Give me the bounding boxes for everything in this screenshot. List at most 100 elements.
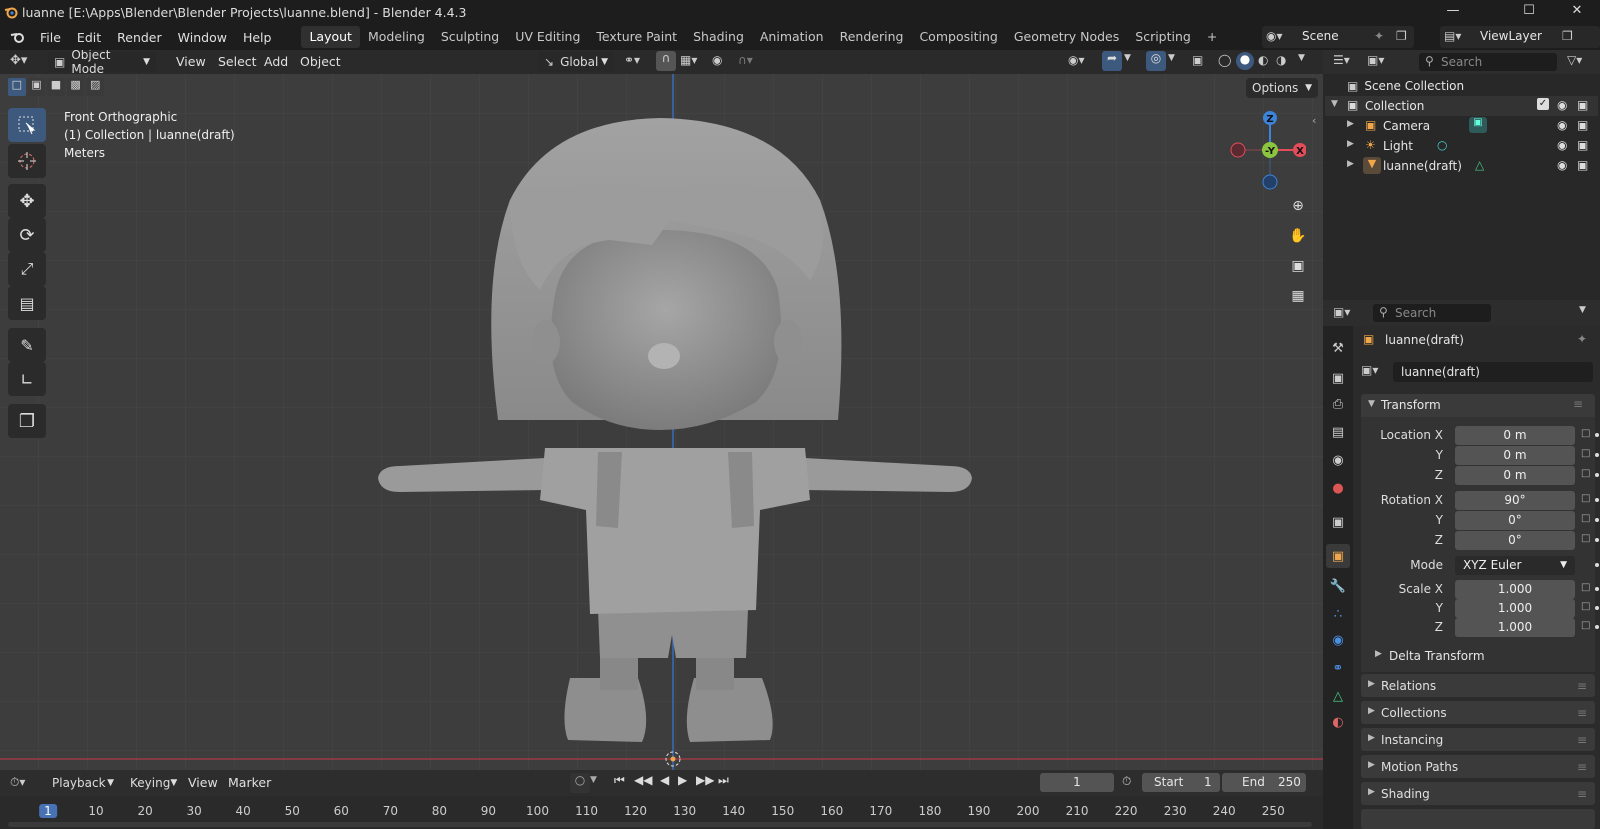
drag-handle-icon[interactable]: ≡ — [1577, 706, 1587, 720]
pivot-icon[interactable]: ⚭▾ — [624, 53, 640, 67]
tab-scripting[interactable]: Scripting — [1127, 26, 1199, 48]
tab-shading[interactable]: Shading — [685, 26, 752, 48]
record-icon[interactable]: ○ — [570, 773, 590, 793]
render-tab-icon[interactable]: ▣ — [1328, 368, 1348, 388]
constraints-tab-icon[interactable]: ⚭ — [1328, 658, 1348, 678]
transform-tool[interactable]: ▤ — [8, 286, 46, 320]
eye-icon[interactable]: ◉ — [1557, 98, 1567, 112]
close-button[interactable]: ✕ — [1554, 0, 1600, 24]
editor-type-icon[interactable]: ▣▾ — [1333, 305, 1350, 319]
tab-geometry-nodes[interactable]: Geometry Nodes — [1006, 26, 1127, 48]
play-icon[interactable]: ▶ — [678, 773, 687, 787]
keyframe-dot[interactable] — [1595, 563, 1599, 567]
delta-transform-subpanel[interactable]: ▶ Delta Transform — [1367, 646, 1587, 666]
lock-icon[interactable]: □ — [1581, 448, 1590, 459]
chevron-down-icon[interactable]: ▼ — [1331, 99, 1338, 109]
maximize-button[interactable]: ☐ — [1506, 0, 1552, 24]
transform-panel-header[interactable]: ▼ Transform ≡ — [1361, 394, 1595, 417]
chevron-right-icon[interactable]: ▶ — [1347, 139, 1354, 149]
keying-menu[interactable]: Keying ▼ — [124, 773, 178, 793]
timeline-view-menu[interactable]: View — [180, 775, 226, 790]
properties-search-input[interactable]: ⚲ Search — [1373, 304, 1491, 322]
view-layer-tab-icon[interactable]: ▤ — [1328, 422, 1348, 442]
menu-file[interactable]: File — [32, 30, 69, 45]
next-keyframe-icon[interactable]: ▶▶ — [696, 773, 714, 787]
rendered-shading-icon[interactable]: ◑ — [1276, 53, 1286, 67]
falloff-icon[interactable]: ∩▾ — [738, 53, 753, 67]
tab-compositing[interactable]: Compositing — [911, 26, 1005, 48]
collections-panel[interactable]: ▶ Collections ≡ — [1361, 701, 1595, 724]
lock-icon[interactable]: □ — [1581, 601, 1590, 612]
zoom-button[interactable]: ⊕ — [1284, 192, 1312, 220]
timeline-editor-icon[interactable]: ⏱▾ — [10, 775, 25, 790]
rotation-x-field[interactable]: 90° — [1455, 491, 1575, 510]
select-new-icon[interactable]: □ — [8, 78, 26, 96]
solid-shading-icon[interactable]: ● — [1236, 52, 1254, 70]
rotation-y-field[interactable]: 0° — [1455, 511, 1575, 530]
new-scene-icon[interactable]: ❐ — [1396, 29, 1407, 43]
tab-texture-paint[interactable]: Texture Paint — [588, 26, 685, 48]
jump-end-icon[interactable]: ⏭ — [718, 773, 729, 788]
chevron-right-icon[interactable]: ▶ — [1347, 119, 1354, 129]
character-model[interactable] — [360, 80, 980, 770]
rotation-z-field[interactable]: 0° — [1455, 531, 1575, 550]
lock-icon[interactable]: □ — [1581, 533, 1590, 544]
start-frame-field[interactable]: Start 1 — [1142, 773, 1220, 792]
keyframe-dot[interactable] — [1595, 498, 1599, 502]
wireframe-shading-icon[interactable]: ◯ — [1218, 53, 1231, 67]
render-camera-icon[interactable]: ▣ — [1577, 118, 1588, 132]
drag-handle-icon[interactable]: ≡ — [1577, 760, 1587, 774]
render-camera-icon[interactable]: ▣ — [1577, 158, 1588, 172]
cursor-tool[interactable] — [8, 144, 46, 178]
editor-type-icon[interactable]: ☰▾ — [1333, 53, 1350, 67]
add-workspace-button[interactable]: + — [1199, 26, 1225, 48]
new-view-layer-icon[interactable]: ❐ — [1562, 29, 1573, 43]
display-mode-icon[interactable]: ▣▾ — [1367, 53, 1384, 67]
move-tool[interactable]: ✥ — [8, 184, 46, 218]
keyframe-dot[interactable] — [1595, 587, 1599, 591]
camera-view-button[interactable]: ▣ — [1284, 252, 1312, 280]
modifier-tab-icon[interactable]: 🔧 — [1328, 576, 1348, 596]
object-data-icon[interactable]: ▣▾ — [1361, 363, 1391, 383]
shading-panel[interactable]: ▶ Shading ≡ — [1361, 782, 1595, 805]
pan-button[interactable]: ✋ — [1284, 222, 1312, 250]
play-reverse-icon[interactable]: ◀ — [660, 773, 669, 787]
world-tab-icon[interactable]: ● — [1328, 478, 1348, 498]
tool-tab-icon[interactable]: ⚒ — [1328, 338, 1348, 358]
eye-icon[interactable]: ◉ — [1557, 118, 1567, 132]
menu-window[interactable]: Window — [170, 30, 235, 45]
select-extend-icon[interactable]: ▣ — [27, 78, 46, 96]
scale-tool[interactable]: ⤢ — [8, 252, 46, 286]
current-frame-field[interactable]: 1 — [1040, 773, 1114, 792]
drag-handle-icon[interactable]: ≡ — [1577, 787, 1587, 801]
location-z-field[interactable]: 0 m — [1455, 466, 1575, 485]
motion-paths-panel[interactable]: ▶ Motion Paths ≡ — [1361, 755, 1595, 778]
stopwatch-icon[interactable]: ⏱ — [1122, 774, 1131, 789]
blender-menu-icon[interactable] — [10, 30, 26, 44]
exclude-checkbox[interactable]: ✓ — [1537, 98, 1549, 110]
tab-modeling[interactable]: Modeling — [360, 26, 433, 48]
scene-selector[interactable]: ◉▾ Scene ✦ ❐ — [1262, 26, 1414, 48]
rotation-mode-select[interactable]: XYZ Euler ▼ — [1455, 556, 1575, 575]
ortho-toggle-button[interactable]: ▦ — [1284, 282, 1312, 310]
scale-x-field[interactable]: 1.000 — [1455, 580, 1575, 599]
measure-tool[interactable]: ∟ — [8, 362, 46, 396]
keyframe-dot[interactable] — [1595, 538, 1599, 542]
view-layer-selector[interactable]: ▤▾ ViewLayer ❐ — [1440, 26, 1600, 48]
chevron-down-icon[interactable]: ▼ — [1168, 53, 1175, 63]
menu-object[interactable]: Object — [292, 54, 349, 69]
filter-icon[interactable]: ▽▾ — [1567, 53, 1582, 67]
object-name-field[interactable]: luanne(draft) — [1393, 362, 1593, 382]
instancing-panel[interactable]: ▶ Instancing ≡ — [1361, 728, 1595, 751]
physics-tab-icon[interactable]: ◉ — [1328, 630, 1348, 650]
sidebar-toggle-icon[interactable]: ‹ — [1312, 114, 1316, 127]
minimize-button[interactable]: — — [1430, 0, 1476, 24]
visibility-icon[interactable]: ◉▾ — [1068, 53, 1085, 67]
keyframe-dot[interactable] — [1595, 453, 1599, 457]
timeline-marker-menu[interactable]: Marker — [220, 775, 279, 790]
material-shading-icon[interactable]: ◐ — [1258, 53, 1268, 67]
editor-type-icon[interactable]: ✥▾ — [10, 53, 27, 68]
render-camera-icon[interactable]: ▣ — [1577, 98, 1588, 112]
menu-edit[interactable]: Edit — [69, 30, 109, 45]
snap-icon[interactable]: ∩ — [656, 51, 676, 71]
